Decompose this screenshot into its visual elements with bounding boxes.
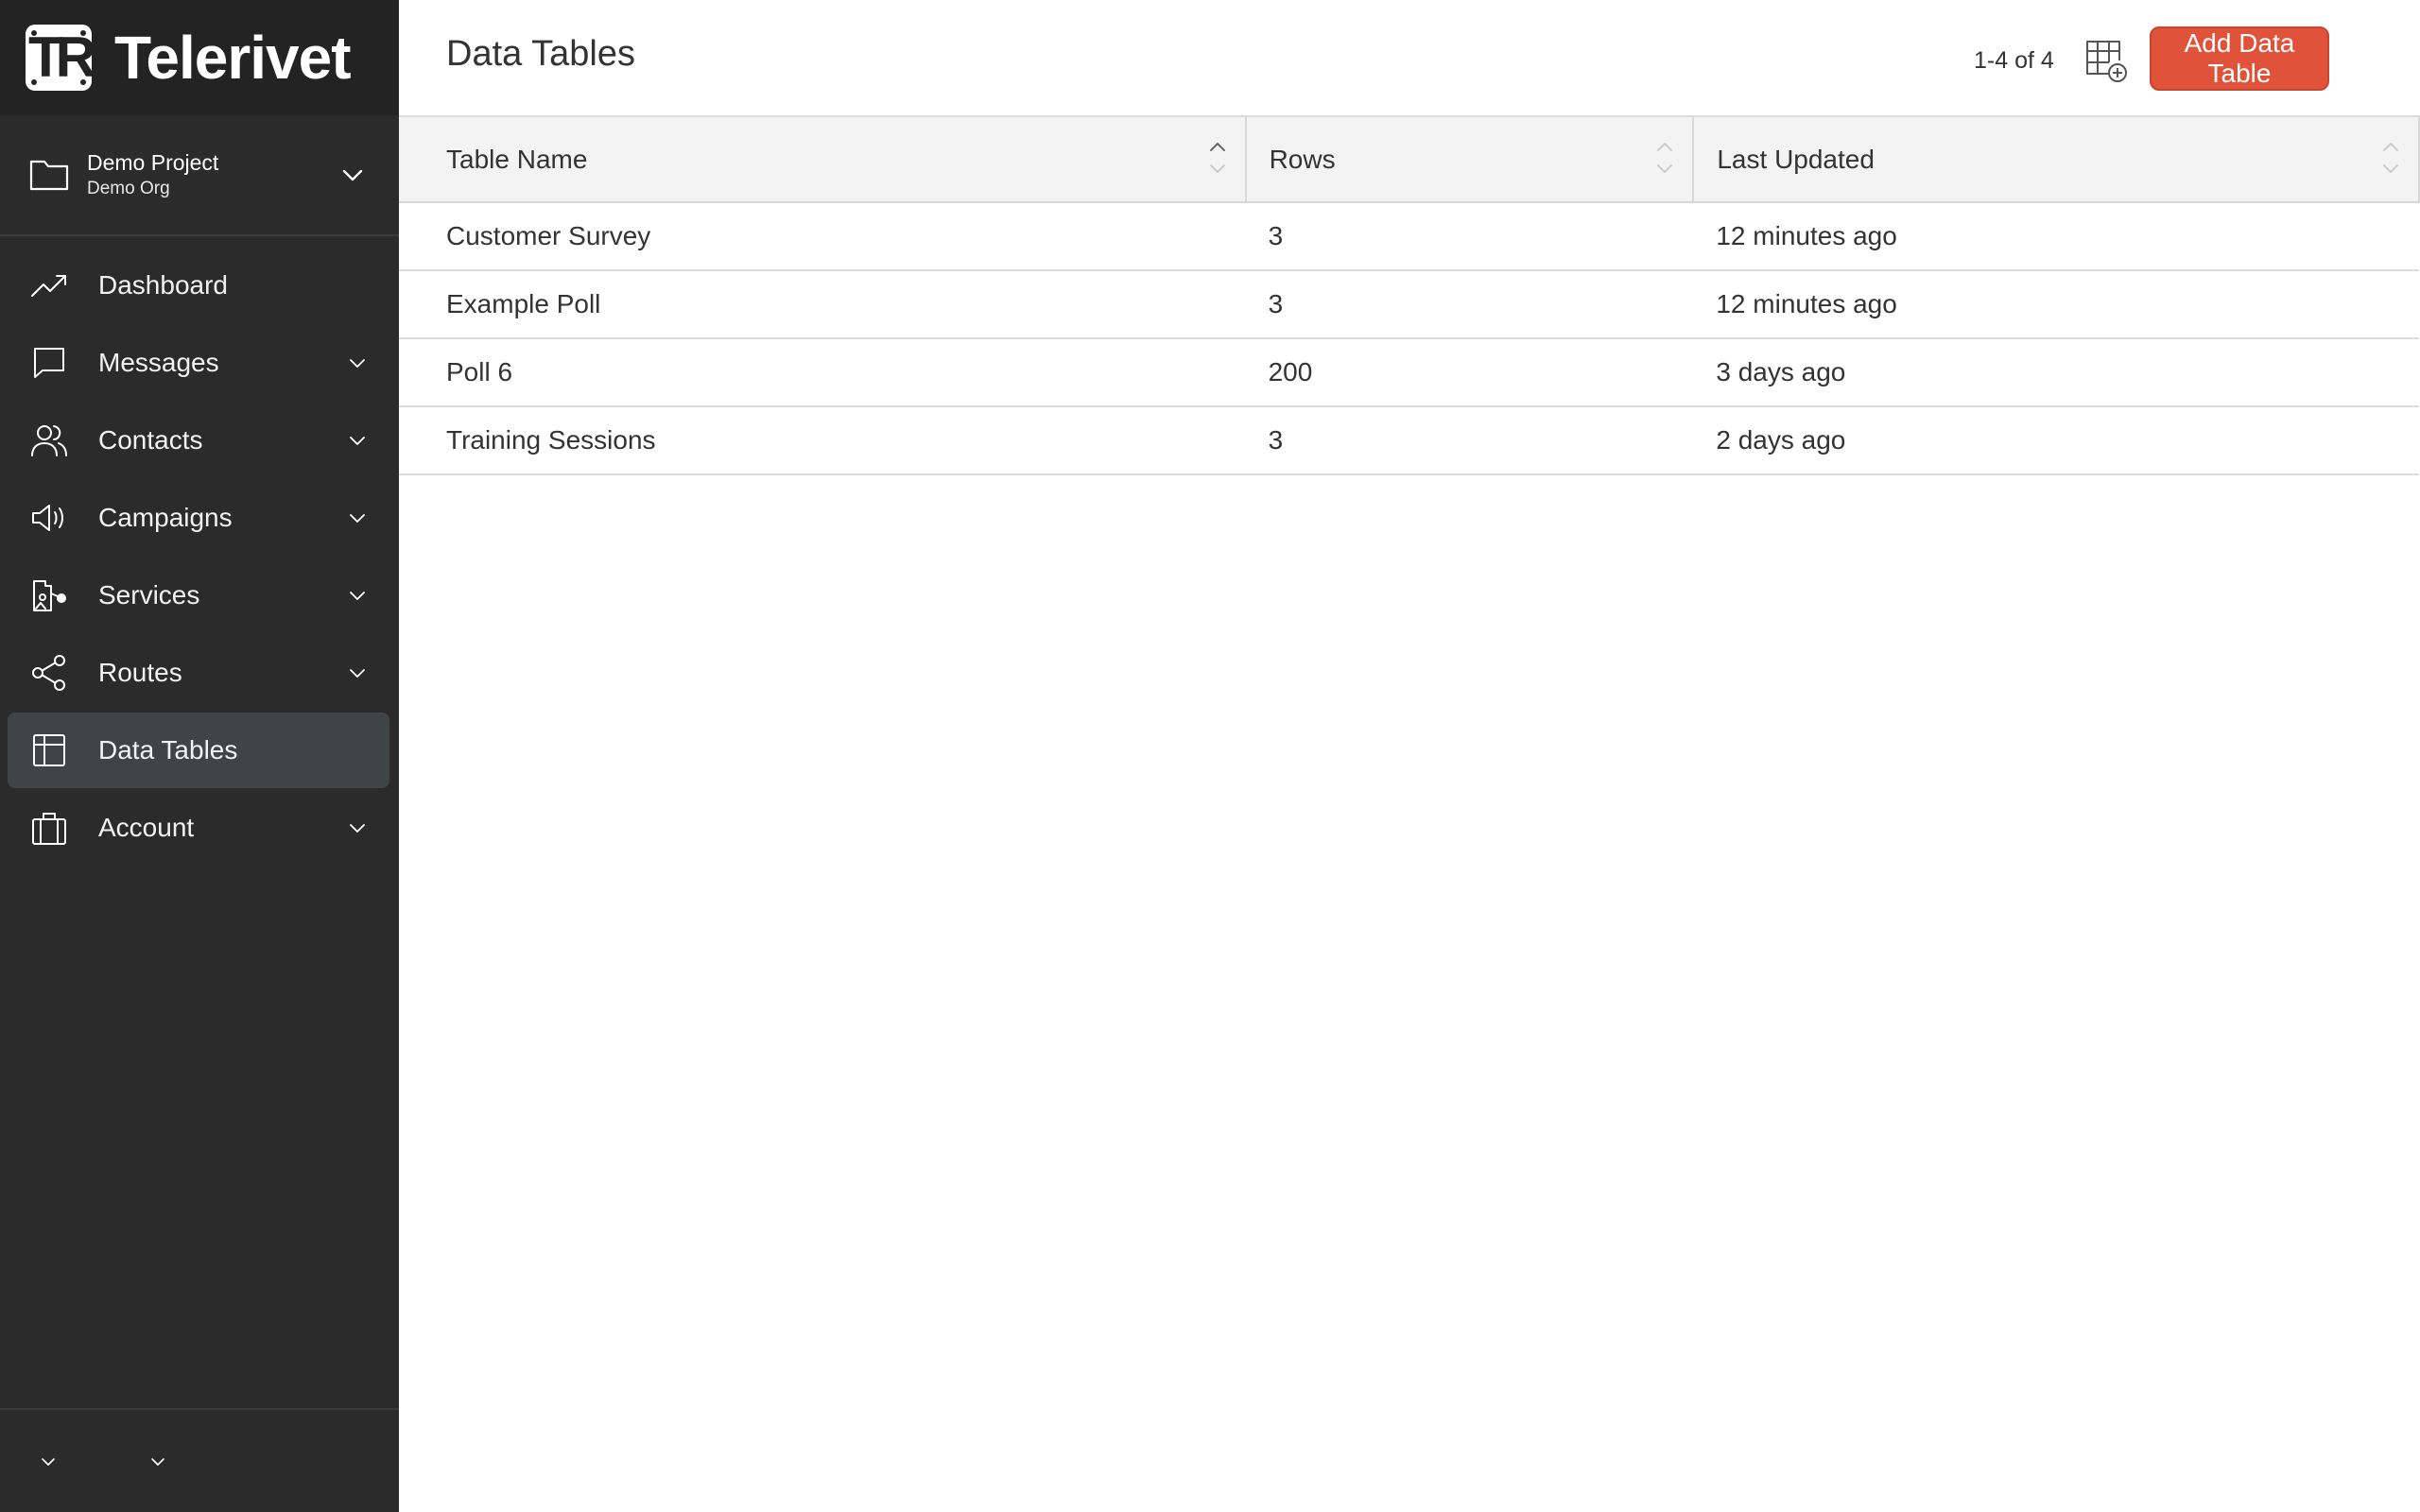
sidebar-item-label: Account xyxy=(98,813,195,842)
sidebar-nav: Dashboard Messages Contacts Campaigns Se… xyxy=(8,248,389,868)
table-plus-icon[interactable] xyxy=(2083,38,2129,83)
sidebar-item-data-tables[interactable]: Data Tables xyxy=(8,713,389,788)
org-name: Demo Org xyxy=(87,179,170,198)
sidebar-item-routes[interactable]: Routes xyxy=(8,635,389,711)
trending-up-icon xyxy=(31,275,66,297)
cell-table-name[interactable]: Example Poll xyxy=(399,270,1246,338)
cell-table-name[interactable]: Customer Survey xyxy=(399,202,1246,270)
megaphone-icon xyxy=(32,505,63,531)
sidebar-item-label: Routes xyxy=(98,658,182,687)
briefcase-icon xyxy=(32,813,66,845)
services-icon xyxy=(33,580,66,611)
column-header-table-name[interactable]: Table Name xyxy=(399,117,1247,203)
project-switcher[interactable]: Demo Project Demo Org xyxy=(0,115,399,236)
sidebar-item-label: Contacts xyxy=(98,425,203,455)
table-header-row: Table Name Rows Last Updated xyxy=(399,117,2420,203)
chevron-down-icon xyxy=(151,1458,164,1466)
table-icon xyxy=(33,734,65,766)
pagination-count: 1-4 of 4 xyxy=(1974,47,2054,74)
cell-last-updated: 2 days ago xyxy=(1716,425,1846,455)
cell-last-updated: 12 minutes ago xyxy=(1716,221,1897,250)
project-name: Demo Project xyxy=(87,150,219,175)
cell-table-name[interactable]: Training Sessions xyxy=(399,406,1246,474)
page-header: Data Tables 1-4 of 4 Add Data Table xyxy=(399,0,2420,117)
sidebar-item-label: Messages xyxy=(98,348,219,377)
column-header-rows[interactable]: Rows xyxy=(1245,117,1695,203)
folder-icon xyxy=(29,160,69,191)
cell-last-updated: 3 days ago xyxy=(1716,357,1846,387)
chevron-down-icon xyxy=(350,437,365,445)
users-icon xyxy=(31,425,67,456)
main-content: Data Tables 1-4 of 4 Add Data Table Tabl… xyxy=(399,0,2420,1512)
sidebar-item-services[interactable]: Services xyxy=(8,558,389,633)
chevron-down-icon xyxy=(342,169,363,181)
cell-rows: 3 xyxy=(1268,289,1284,318)
cell-rows: 3 xyxy=(1268,221,1284,250)
table-row[interactable]: Training Sessions 3 2 days ago xyxy=(399,406,2419,474)
logo-bar: TR Telerivet xyxy=(0,0,399,115)
data-tables-table: Table Name Rows Last Updated Customer Su… xyxy=(399,117,2420,475)
chevron-down-icon xyxy=(350,669,365,678)
page-title: Data Tables xyxy=(446,34,635,74)
sidebar-item-label: Services xyxy=(98,580,200,610)
column-header-last-updated[interactable]: Last Updated xyxy=(1693,117,2420,203)
user-menu-button[interactable] xyxy=(34,1440,467,1484)
cell-table-name[interactable]: Poll 6 xyxy=(399,338,1246,406)
sidebar-item-messages[interactable]: Messages xyxy=(8,325,389,401)
sidebar-item-label: Campaigns xyxy=(98,503,233,532)
add-data-table-button[interactable]: Add Data Table xyxy=(2150,26,2329,91)
app-name[interactable]: Telerivet xyxy=(114,23,351,93)
chevron-down-icon xyxy=(350,824,365,833)
chevron-down-icon xyxy=(42,1458,55,1466)
sidebar-item-dashboard[interactable]: Dashboard xyxy=(8,248,389,323)
sidebar-item-account[interactable]: Account xyxy=(8,790,389,866)
message-icon xyxy=(34,348,64,378)
sidebar: TR Telerivet Demo Project Demo Org Dashb… xyxy=(0,0,758,1512)
chevron-down-icon xyxy=(350,514,365,523)
sort-icon xyxy=(2383,143,2398,173)
sidebar-item-label: Data Tables xyxy=(98,735,238,765)
sort-ascending-icon xyxy=(1209,143,1225,173)
share-icon xyxy=(32,655,65,691)
sidebar-footer xyxy=(0,1408,758,1512)
column-header-label: Table Name xyxy=(446,144,588,174)
table-row[interactable]: Customer Survey 3 12 minutes ago xyxy=(399,202,2419,270)
cell-rows: 200 xyxy=(1268,357,1313,387)
cell-last-updated: 12 minutes ago xyxy=(1716,289,1897,318)
table-row[interactable]: Poll 6 200 3 days ago xyxy=(399,338,2419,406)
sidebar-item-contacts[interactable]: Contacts xyxy=(8,403,389,478)
cell-rows: 3 xyxy=(1268,425,1284,455)
logo-icon[interactable]: TR xyxy=(26,25,96,91)
sort-icon xyxy=(1657,143,1673,173)
help-menu-button[interactable] xyxy=(144,1440,579,1484)
column-header-label: Rows xyxy=(1269,144,1336,174)
sidebar-item-campaigns[interactable]: Campaigns xyxy=(8,480,389,556)
sidebar-item-label: Dashboard xyxy=(98,270,228,300)
column-header-label: Last Updated xyxy=(1717,144,1875,174)
chevron-down-icon xyxy=(350,359,365,368)
chevron-down-icon xyxy=(350,592,365,600)
table-row[interactable]: Example Poll 3 12 minutes ago xyxy=(399,270,2419,338)
